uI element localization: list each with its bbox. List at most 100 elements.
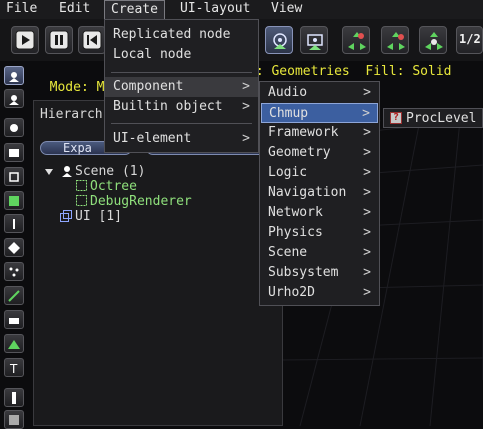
camera-local-button[interactable] <box>300 26 328 54</box>
submenu-item-urho2d[interactable]: Urho2D > <box>260 283 379 303</box>
terrain-icon <box>9 196 19 206</box>
menu-edit[interactable]: Edit <box>53 0 96 18</box>
submenu-item-chmup[interactable]: Chmup > <box>261 103 378 123</box>
play-button[interactable] <box>11 26 39 54</box>
menu-ui-layout[interactable]: UI-layout <box>174 0 256 18</box>
expand-triangle-icon[interactable] <box>44 166 54 176</box>
half-scale-button[interactable]: 1/2 <box>456 26 483 54</box>
rotate-gizmo-icon <box>387 32 405 50</box>
submenu-arrow-icon: > <box>363 185 371 200</box>
submenu-arrow-icon: > <box>242 79 250 94</box>
diamond-icon <box>8 242 20 254</box>
move-gizmo-button[interactable] <box>342 26 370 54</box>
submenu-item-logic[interactable]: Logic > <box>260 163 379 183</box>
submenu-item-scene[interactable]: Scene > <box>260 243 379 263</box>
figure-icon <box>13 219 15 229</box>
node-icon <box>9 95 19 105</box>
chmup-submenu: ? ProcLevel <box>383 108 483 128</box>
tool-light[interactable] <box>4 118 24 137</box>
tree-octree[interactable]: Octree <box>90 179 137 194</box>
hierarchy-title: Hierarch <box>40 107 103 122</box>
tool-slider[interactable] <box>4 388 24 407</box>
submenu-item-proclevel[interactable]: ? ProcLevel <box>384 109 482 127</box>
menu-item-replicated-node[interactable]: Replicated node <box>105 25 258 45</box>
submenu-arrow-icon: > <box>242 99 250 114</box>
submenu-arrow-icon: > <box>242 131 250 146</box>
menu-item-label: Subsystem <box>268 265 339 280</box>
menu-item-label: Component <box>113 79 184 94</box>
tool-line[interactable] <box>4 286 24 305</box>
tool-mountain[interactable] <box>4 334 24 353</box>
menu-separator <box>111 123 252 124</box>
node-icon <box>9 72 19 82</box>
menu-item-label: UI-element <box>113 131 192 146</box>
scene-icon <box>61 165 73 182</box>
submenu-item-audio[interactable]: Audio > <box>260 83 379 103</box>
menu-item-label: Chmup <box>269 106 309 121</box>
tool-camera[interactable] <box>4 143 24 162</box>
menu-view[interactable]: View <box>265 0 308 18</box>
mountain-icon <box>8 340 20 349</box>
submenu-arrow-icon: > <box>363 205 371 220</box>
svg-text:T: T <box>9 362 18 375</box>
pause-button[interactable] <box>45 26 73 54</box>
submenu-item-geometry[interactable]: Geometry > <box>260 143 379 163</box>
tool-particles[interactable] <box>4 262 24 281</box>
menu-item-ui-element[interactable]: UI-element > <box>105 129 258 149</box>
tree-debugrenderer[interactable]: DebugRenderer <box>90 194 192 209</box>
menu-item-label: ProcLevel <box>406 111 477 126</box>
menu-item-label: Audio <box>268 85 308 100</box>
rotate-gizmo-button[interactable] <box>381 26 409 54</box>
vehicle-icon <box>9 318 19 324</box>
menu-item-local-node[interactable]: Local node <box>105 45 258 65</box>
menu-item-builtin-object[interactable]: Builtin object > <box>105 97 258 117</box>
extra-icon <box>9 415 19 425</box>
menu-item-label: Local node <box>113 47 192 62</box>
tool-vehicle[interactable] <box>4 310 24 329</box>
menu-bar: File Edit Create UI-layout View <box>0 0 483 20</box>
submenu-item-network[interactable]: Network > <box>260 203 379 223</box>
scale-gizmo-button[interactable] <box>419 26 447 54</box>
menu-file[interactable]: File <box>0 0 43 18</box>
menu-item-label: Logic <box>268 165 308 180</box>
tool-extra[interactable] <box>4 410 24 429</box>
tree-ui[interactable]: UI [1] <box>75 209 122 224</box>
submenu-arrow-icon: > <box>363 145 371 160</box>
tool-terrain[interactable] <box>4 191 24 210</box>
tree-scene[interactable]: Scene (1) <box>75 164 145 179</box>
light-icon <box>10 124 18 132</box>
tool-figure[interactable] <box>4 214 24 233</box>
menu-item-label: Geometry <box>268 145 331 160</box>
component-icon <box>76 195 87 210</box>
skip-back-icon <box>82 30 102 50</box>
tool-text[interactable]: T <box>4 358 24 377</box>
tool-select-node-2[interactable] <box>4 89 24 108</box>
menu-item-label: Navigation <box>268 185 347 200</box>
submenu-item-framework[interactable]: Framework > <box>260 123 379 143</box>
submenu-arrow-icon: > <box>362 106 370 121</box>
submenu-arrow-icon: > <box>363 125 371 140</box>
submenu-item-navigation[interactable]: Navigation > <box>260 183 379 203</box>
submenu-item-subsystem[interactable]: Subsystem > <box>260 263 379 283</box>
tool-select-node[interactable] <box>4 66 24 85</box>
menu-item-label: Scene <box>268 245 308 260</box>
submenu-arrow-icon: > <box>363 225 371 240</box>
menu-item-label: Physics <box>268 225 323 240</box>
play-icon <box>15 30 35 50</box>
menu-item-component[interactable]: Component > <box>105 77 258 97</box>
menu-item-label: Network <box>268 205 323 220</box>
skip-back-button[interactable] <box>78 26 106 54</box>
half-scale-icon: 1/2 <box>459 32 481 46</box>
menu-separator <box>111 72 252 73</box>
camera-node-button[interactable] <box>265 26 293 54</box>
move-gizmo-icon <box>348 32 366 50</box>
camera-icon <box>9 149 19 157</box>
component-icon <box>76 180 87 195</box>
menu-item-label: Replicated node <box>113 27 231 42</box>
submenu-arrow-icon: > <box>363 165 371 180</box>
tool-diamond[interactable] <box>4 238 24 257</box>
submenu-item-physics[interactable]: Physics > <box>260 223 379 243</box>
menu-create[interactable]: Create <box>104 0 165 19</box>
tool-box[interactable] <box>4 167 24 186</box>
ui-element-icon <box>60 210 72 226</box>
